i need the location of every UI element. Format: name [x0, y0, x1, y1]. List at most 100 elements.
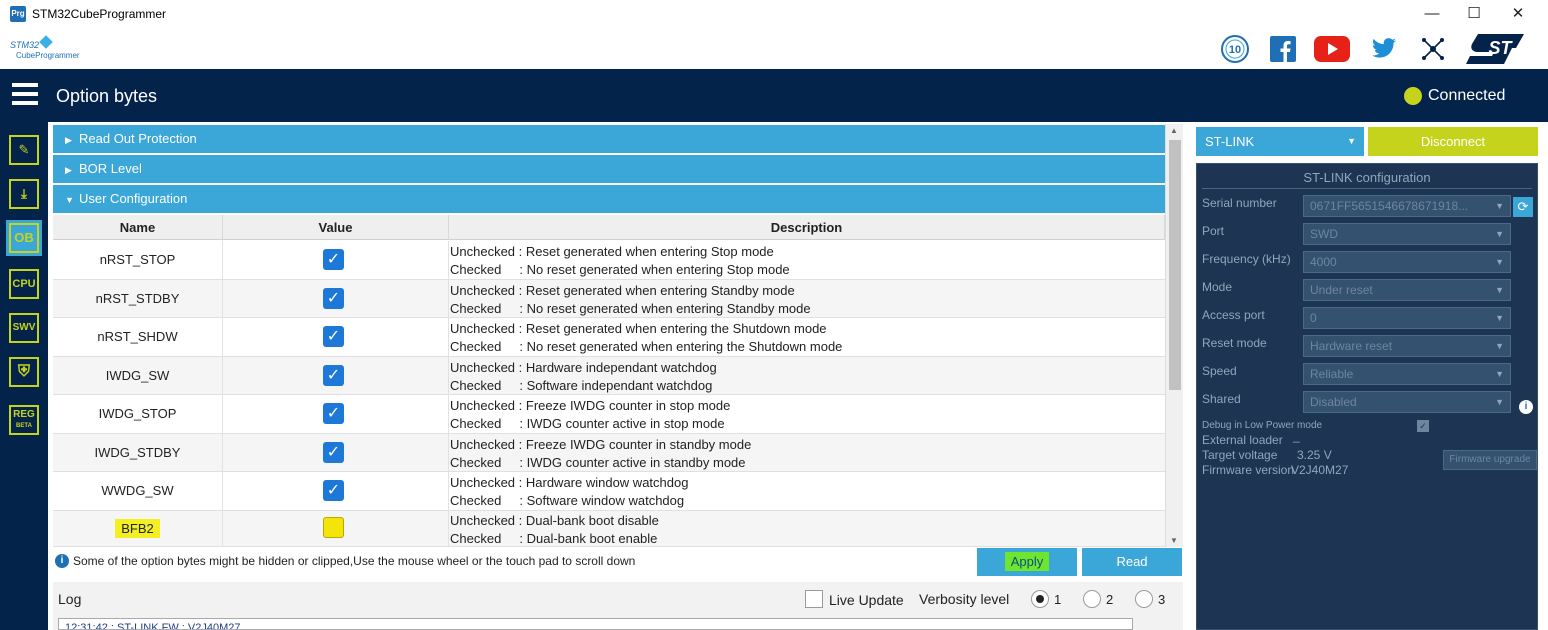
log-output[interactable]: 12:31:42 : ST-LINK FW : V2J40M27 [58, 618, 1133, 630]
option-checkbox[interactable]: ✓ [323, 287, 344, 309]
reset-mode-label: Reset mode [1202, 336, 1267, 350]
sidebar-item-edit[interactable]: ✎ [6, 132, 42, 168]
st-logo-icon[interactable]: ST [1464, 32, 1526, 66]
target-voltage-label: Target voltage [1202, 448, 1278, 462]
unchecked-description: Unchecked : Reset generated when enterin… [450, 282, 795, 298]
option-checkbox[interactable]: ✓ [323, 403, 344, 424]
firmware-version-label: Firmware version [1202, 463, 1295, 477]
section-user-configuration[interactable]: ▼ User Configuration [53, 185, 1165, 213]
disconnect-button[interactable]: Disconnect [1368, 127, 1538, 156]
reg-icon: REG BETA [9, 405, 39, 435]
section-bor-level[interactable]: ▶ BOR Level [53, 155, 1165, 183]
logo-text-top: STM32 [10, 40, 40, 50]
connection-status-icon [1404, 87, 1422, 105]
table-row: IWDG_SW ✓ Unchecked : Hardware independa… [53, 356, 1165, 395]
checked-description: Checked : No reset generated when enteri… [450, 339, 843, 354]
option-bytes-panel: ▶ Read Out Protection ▶ BOR Level ▼ User Co… [48, 122, 1186, 630]
refresh-icon[interactable]: ⟳ [1513, 197, 1533, 217]
brand-bar: STM32 CubeProgrammer 10 ST [0, 30, 1548, 69]
logo-text-bottom: CubeProgrammer [16, 51, 80, 60]
option-name: nRST_SHDW [53, 318, 223, 356]
firmware-upgrade-button[interactable]: Firmware upgrade [1443, 450, 1537, 470]
verbosity-radio-2[interactable] [1083, 590, 1101, 608]
verbosity-radio-3[interactable] [1135, 590, 1153, 608]
scroll-up-icon[interactable]: ▲ [1170, 126, 1178, 135]
stm32-logo: STM32 CubeProgrammer [10, 35, 90, 64]
option-checkbox[interactable]: ✓ [323, 326, 344, 347]
scroll-thumb[interactable] [1169, 140, 1181, 390]
checked-description: Checked : Software independant watchdog [450, 377, 713, 393]
window-title: STM32CubeProgrammer [32, 7, 167, 21]
sidebar-item-security[interactable]: ⛨ [6, 354, 42, 390]
scroll-down-icon[interactable]: ▼ [1170, 536, 1178, 545]
download-icon: ⤓ [9, 179, 39, 209]
facebook-icon[interactable] [1270, 36, 1296, 62]
apply-button[interactable]: Apply [977, 548, 1077, 576]
badge-text: 10 [1229, 44, 1241, 56]
interface-select[interactable]: ST-LINK ▼ [1196, 127, 1364, 156]
option-name: nRST_STOP [53, 241, 223, 279]
collapse-icon: ▼ [65, 195, 74, 205]
sidebar-item-registers[interactable]: REG BETA [6, 402, 42, 438]
maximize-button[interactable]: ☐ [1464, 4, 1484, 24]
info-text: Some of the option bytes might be hidden… [73, 554, 636, 568]
option-checkbox[interactable]: ✓ [323, 480, 344, 501]
unchecked-description: Unchecked : Reset generated when enterin… [450, 321, 827, 336]
sidebar-item-option-bytes[interactable]: OB [6, 220, 42, 256]
section-read-out-protection[interactable]: ▶ Read Out Protection [53, 125, 1165, 153]
table-row: nRST_SHDW ✓ Unchecked : Reset generated … [53, 318, 1165, 357]
unchecked-description: Unchecked : Reset generated when enterin… [450, 244, 774, 259]
checked-description: Checked : Software window watchdog [450, 493, 685, 508]
connection-status: Connected [1428, 87, 1506, 104]
option-checkbox[interactable] [323, 516, 344, 538]
hamburger-menu-icon[interactable] [12, 83, 38, 105]
access-port-select[interactable]: 0 ▼ [1303, 307, 1511, 329]
debug-low-power-checkbox[interactable]: ✓ [1417, 420, 1429, 432]
external-loader-label: External loader [1202, 433, 1283, 447]
mode-select[interactable]: Under reset ▼ [1303, 279, 1511, 301]
section-label: BOR Level [79, 161, 142, 176]
cube-icon [39, 35, 53, 49]
sidebar-item-swv[interactable]: SWV [6, 310, 42, 346]
info-icon: i [55, 554, 69, 568]
reset-mode-select[interactable]: Hardware reset ▼ [1303, 335, 1511, 357]
header: Option bytes Connected [0, 69, 1548, 122]
live-update-checkbox[interactable] [805, 590, 823, 608]
minimize-button[interactable]: — [1422, 4, 1442, 24]
sidebar-item-download[interactable]: ⤓ [6, 176, 42, 212]
section-label: User Configuration [79, 191, 188, 206]
table-scrollbar[interactable]: ▲ ▼ [1165, 124, 1183, 547]
option-checkbox[interactable]: ✓ [323, 441, 344, 463]
info-icon[interactable]: i [1519, 400, 1533, 414]
frequency-select[interactable]: 4000 ▼ [1303, 251, 1511, 273]
app-icon: Prg [10, 6, 26, 22]
youtube-icon[interactable] [1314, 36, 1350, 62]
twitter-icon[interactable] [1372, 38, 1396, 58]
speed-select[interactable]: Reliable ▼ [1303, 363, 1511, 385]
verbosity-label-3: 3 [1158, 592, 1166, 607]
close-button[interactable]: ✕ [1508, 4, 1528, 24]
checked-description: Checked : Dual-bank boot enable [450, 530, 658, 546]
anniversary-10-icon[interactable]: 10 [1220, 34, 1250, 64]
shared-select[interactable]: Disabled ▼ [1303, 391, 1511, 413]
divider [1202, 188, 1532, 189]
log-title: Log [58, 591, 82, 607]
st-logo-text: ST [1488, 38, 1513, 58]
option-checkbox[interactable]: ✓ [323, 249, 344, 270]
log-panel: Log Live Update Verbosity level 1 2 3 12… [53, 582, 1183, 630]
serial-number-select[interactable]: 0671FF5651546678671918... ▼ [1303, 195, 1511, 217]
network-icon[interactable] [1420, 36, 1446, 62]
serial-number-label: Serial number [1202, 196, 1277, 210]
info-message: i Some of the option bytes might be hidd… [53, 547, 978, 575]
expand-icon: ▶ [65, 135, 72, 145]
debug-low-power-label: Debug in Low Power mode [1202, 420, 1323, 431]
option-name: IWDG_SW [53, 356, 223, 394]
option-checkbox[interactable]: ✓ [323, 364, 344, 386]
read-button[interactable]: Read [1082, 548, 1182, 576]
verbosity-radio-1[interactable] [1031, 590, 1049, 608]
port-select[interactable]: SWD ▼ [1303, 223, 1511, 245]
external-loader-value: _ [1293, 429, 1300, 443]
sidebar-item-cpu[interactable]: CPU [6, 266, 42, 302]
column-header-description: Description [449, 215, 1165, 240]
reg-beta-label: BETA [16, 423, 32, 429]
